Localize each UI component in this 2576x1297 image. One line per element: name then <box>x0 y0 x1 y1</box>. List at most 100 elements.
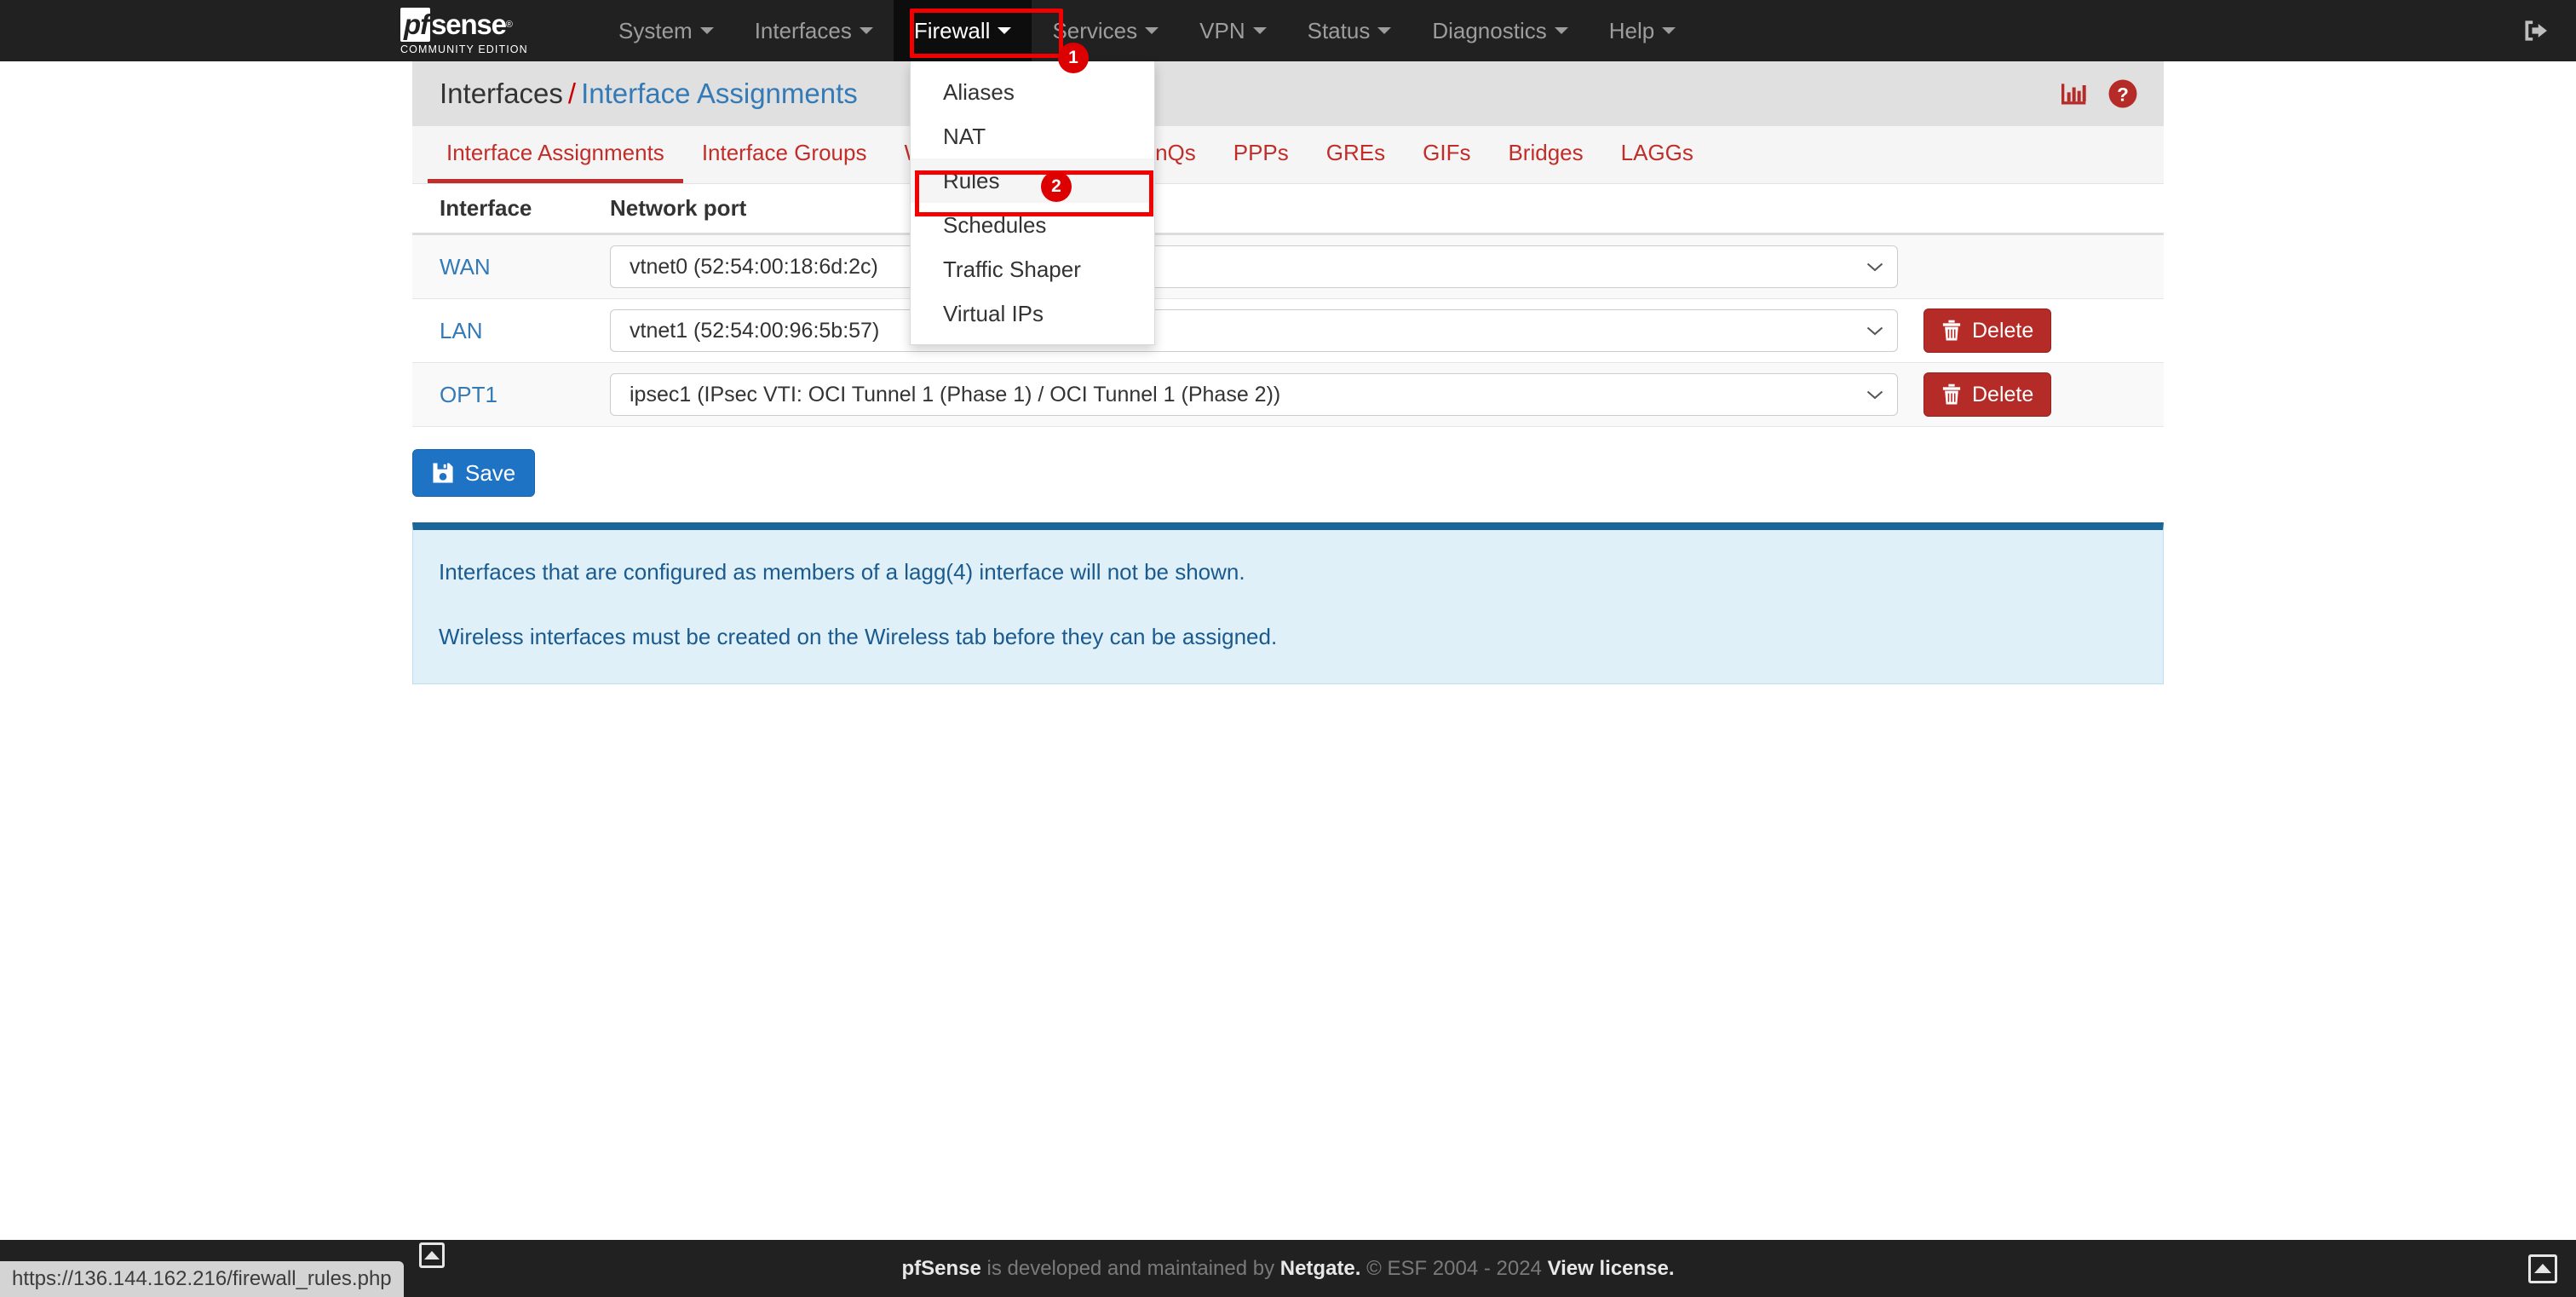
chevron-down-icon <box>998 27 1012 34</box>
info-panel: Interfaces that are configured as member… <box>412 522 2164 684</box>
column-header-interface: Interface <box>440 195 532 221</box>
interface-link-wan[interactable]: WAN <box>440 254 610 280</box>
tab-gifs[interactable]: GIFs <box>1404 126 1489 183</box>
network-port-cell: vtnet1 (52:54:00:96:5b:57) Delete <box>610 308 2164 353</box>
delete-label-lan: Delete <box>1972 318 2034 343</box>
help-icon[interactable]: ? <box>2107 78 2138 109</box>
nav-item-vpn[interactable]: VPN <box>1179 0 1286 61</box>
nav-item-system[interactable]: System <box>598 0 734 61</box>
network-port-value-wan: vtnet0 (52:54:00:18:6d:2c) <box>630 254 878 279</box>
delete-button-lan[interactable]: Delete <box>1923 308 2052 353</box>
scroll-to-top-button[interactable] <box>2528 1254 2557 1283</box>
network-port-value-lan: vtnet1 (52:54:00:96:5b:57) <box>630 318 880 343</box>
delete-button-opt1[interactable]: Delete <box>1923 372 2052 417</box>
chevron-down-icon <box>859 27 873 34</box>
save-button[interactable]: Save <box>412 449 536 497</box>
top-navbar: pf sense ® COMMUNITY EDITION System Interf… <box>0 0 2576 61</box>
table-row: WAN vtnet0 (52:54:00:18:6d:2c) <box>412 235 2164 299</box>
breadcrumb: Interfaces / Interface Assignments <box>440 78 858 110</box>
footer-company[interactable]: Netgate. <box>1280 1257 1361 1280</box>
save-row: Save <box>412 427 2164 497</box>
nav-item-status[interactable]: Status <box>1287 0 1412 61</box>
step-badge-2: 2 <box>1041 171 1072 202</box>
dropdown-item-virtual-ips[interactable]: Virtual IPs <box>911 291 1154 336</box>
resize-grip-button[interactable] <box>419 1242 445 1268</box>
save-icon <box>433 463 453 483</box>
tab-interface-assignments[interactable]: Interface Assignments <box>428 126 683 183</box>
nav-label-system: System <box>618 17 693 43</box>
chevron-down-icon <box>1662 27 1676 34</box>
svg-text:?: ? <box>2117 84 2129 105</box>
dropdown-item-rules[interactable]: Rules <box>911 159 1154 203</box>
brand-word: sense <box>431 8 507 40</box>
triangle-up-icon <box>424 1251 440 1260</box>
chevron-down-icon <box>1866 262 1883 271</box>
nav-item-services[interactable]: Services <box>1032 0 1179 61</box>
network-port-value-opt1: ipsec1 (IPsec VTI: OCI Tunnel 1 (Phase 1… <box>630 382 1281 406</box>
page-wrap: Interfaces / Interface Assignments ? Int… <box>412 61 2164 684</box>
chevron-down-icon <box>1377 27 1392 34</box>
footer-license-link[interactable]: View license. <box>1548 1257 1675 1280</box>
network-port-select-wan[interactable]: vtnet0 (52:54:00:18:6d:2c) <box>610 245 1898 288</box>
tab-laggs[interactable]: LAGGs <box>1602 126 1712 183</box>
breadcrumb-separator: / <box>567 78 577 109</box>
network-port-select-opt1[interactable]: ipsec1 (IPsec VTI: OCI Tunnel 1 (Phase 1… <box>610 373 1898 416</box>
nav-items: System Interfaces Firewall Services VPN … <box>598 0 1696 61</box>
nav-item-help[interactable]: Help <box>1589 0 1696 61</box>
footer-copyright: © ESF 2004 - 2024 <box>1360 1256 1548 1280</box>
tab-interface-groups[interactable]: Interface Groups <box>683 126 886 183</box>
tabs-bar: Interface Assignments Interface Groups W… <box>412 126 2164 184</box>
save-label: Save <box>465 459 516 486</box>
header-icons: ? <box>2060 78 2138 109</box>
tab-ppps[interactable]: PPPs <box>1215 126 1308 183</box>
nav-label-vpn: VPN <box>1199 17 1245 43</box>
brand-logo-row: pf sense ® <box>400 7 513 43</box>
info-line-lagg: Interfaces that are configured as member… <box>439 559 1245 585</box>
brand-mark: pf <box>400 7 431 42</box>
chevron-down-icon <box>1554 27 1568 34</box>
network-port-cell: vtnet0 (52:54:00:18:6d:2c) <box>610 245 2164 288</box>
nav-label-interfaces: Interfaces <box>754 17 852 43</box>
trash-icon <box>1942 383 1961 405</box>
page-content: Interfaces / Interface Assignments ? Int… <box>0 61 2576 684</box>
page-header: Interfaces / Interface Assignments ? <box>412 61 2164 126</box>
chart-icon[interactable] <box>2060 81 2089 107</box>
table-row: OPT1 ipsec1 (IPsec VTI: OCI Tunnel 1 (Ph… <box>412 363 2164 427</box>
step-badge-1: 1 <box>1058 43 1089 73</box>
nav-label-help: Help <box>1608 17 1655 43</box>
column-header-network-port: Network port <box>610 195 747 221</box>
firewall-dropdown-menu: Aliases NAT Rules Schedules Traffic Shap… <box>910 61 1155 345</box>
nav-item-firewall[interactable]: Firewall <box>893 0 1032 61</box>
nav-label-firewall: Firewall <box>913 17 991 43</box>
dropdown-item-traffic-shaper[interactable]: Traffic Shaper <box>911 247 1154 291</box>
interface-link-lan[interactable]: LAN <box>440 318 610 344</box>
interface-link-opt1[interactable]: OPT1 <box>440 382 610 408</box>
logout-button[interactable] <box>2518 11 2557 50</box>
pfsense-logo[interactable]: pf sense ® COMMUNITY EDITION <box>400 0 571 61</box>
nav-item-diagnostics[interactable]: Diagnostics <box>1412 0 1588 61</box>
browser-status-url: https://136.144.162.216/firewall_rules.p… <box>0 1261 404 1297</box>
logout-icon <box>2525 20 2547 41</box>
tab-bridges[interactable]: Bridges <box>1489 126 1601 183</box>
chevron-down-icon <box>1866 326 1883 335</box>
breadcrumb-parent[interactable]: Interfaces <box>440 78 563 109</box>
triangle-up-icon <box>2534 1264 2551 1273</box>
table-row: LAN vtnet1 (52:54:00:96:5b:57) Delete <box>412 299 2164 363</box>
registered-mark: ® <box>505 19 513 30</box>
table-header-row: Interface Network port <box>412 184 2164 235</box>
chevron-down-icon <box>699 27 714 34</box>
trash-icon <box>1942 320 1961 341</box>
network-port-cell: ipsec1 (IPsec VTI: OCI Tunnel 1 (Phase 1… <box>610 372 2164 417</box>
breadcrumb-current: Interface Assignments <box>581 78 858 109</box>
chevron-down-icon <box>1252 27 1267 34</box>
dropdown-item-aliases[interactable]: Aliases <box>911 70 1154 114</box>
nav-item-interfaces[interactable]: Interfaces <box>734 0 894 61</box>
network-port-select-lan[interactable]: vtnet1 (52:54:00:96:5b:57) <box>610 309 1898 352</box>
dropdown-item-schedules[interactable]: Schedules <box>911 203 1154 247</box>
nav-label-status: Status <box>1307 17 1371 43</box>
tab-gres[interactable]: GREs <box>1308 126 1404 183</box>
delete-label-opt1: Delete <box>1972 382 2034 406</box>
dropdown-item-nat[interactable]: NAT <box>911 114 1154 159</box>
info-line-wireless: Wireless interfaces must be created on t… <box>439 624 1278 649</box>
footer-text: pfSense is developed and maintained by N… <box>901 1257 1674 1281</box>
